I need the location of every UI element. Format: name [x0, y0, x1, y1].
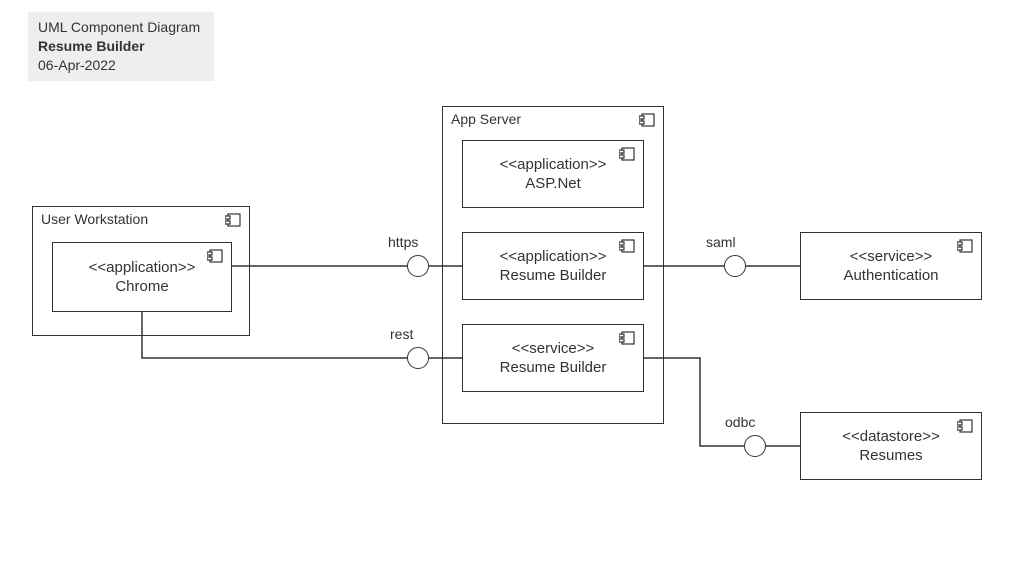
component-icon: [619, 331, 635, 345]
component-icon: [619, 239, 635, 253]
port-label-https: https: [388, 234, 418, 250]
stereotype: <<service>>: [512, 339, 595, 359]
stereotype: <<application>>: [89, 258, 196, 278]
port-rest: [407, 347, 429, 369]
component-name: ASP.Net: [525, 174, 581, 194]
component-name: Resumes: [859, 446, 922, 466]
component-icon: [619, 147, 635, 161]
port-label-rest: rest: [390, 326, 413, 342]
component-resumes: <<datastore>> Resumes: [800, 412, 982, 480]
component-icon: [225, 213, 241, 227]
stereotype: <<application>>: [500, 155, 607, 175]
component-name: Chrome: [115, 277, 168, 297]
container-title: App Server: [451, 111, 521, 127]
component-name: Authentication: [843, 266, 938, 286]
component-resume-builder-app: <<application>> Resume Builder: [462, 232, 644, 300]
title-date: 06-Apr-2022: [38, 56, 200, 75]
component-name: Resume Builder: [500, 266, 607, 286]
port-label-odbc: odbc: [725, 414, 755, 430]
container-title: User Workstation: [41, 211, 148, 227]
component-aspnet: <<application>> ASP.Net: [462, 140, 644, 208]
component-chrome: <<application>> Chrome: [52, 242, 232, 312]
port-saml: [724, 255, 746, 277]
diagram-title-box: UML Component Diagram Resume Builder 06-…: [28, 12, 214, 81]
port-https: [407, 255, 429, 277]
component-icon: [957, 239, 973, 253]
stereotype: <<datastore>>: [842, 427, 940, 447]
port-odbc: [744, 435, 766, 457]
stereotype: <<service>>: [850, 247, 933, 267]
component-resume-builder-service: <<service>> Resume Builder: [462, 324, 644, 392]
title-type: UML Component Diagram: [38, 18, 200, 37]
component-icon: [639, 113, 655, 127]
title-name: Resume Builder: [38, 37, 200, 56]
component-icon: [957, 419, 973, 433]
component-icon: [207, 249, 223, 263]
stereotype: <<application>>: [500, 247, 607, 267]
component-name: Resume Builder: [500, 358, 607, 378]
port-label-saml: saml: [706, 234, 736, 250]
component-authentication: <<service>> Authentication: [800, 232, 982, 300]
